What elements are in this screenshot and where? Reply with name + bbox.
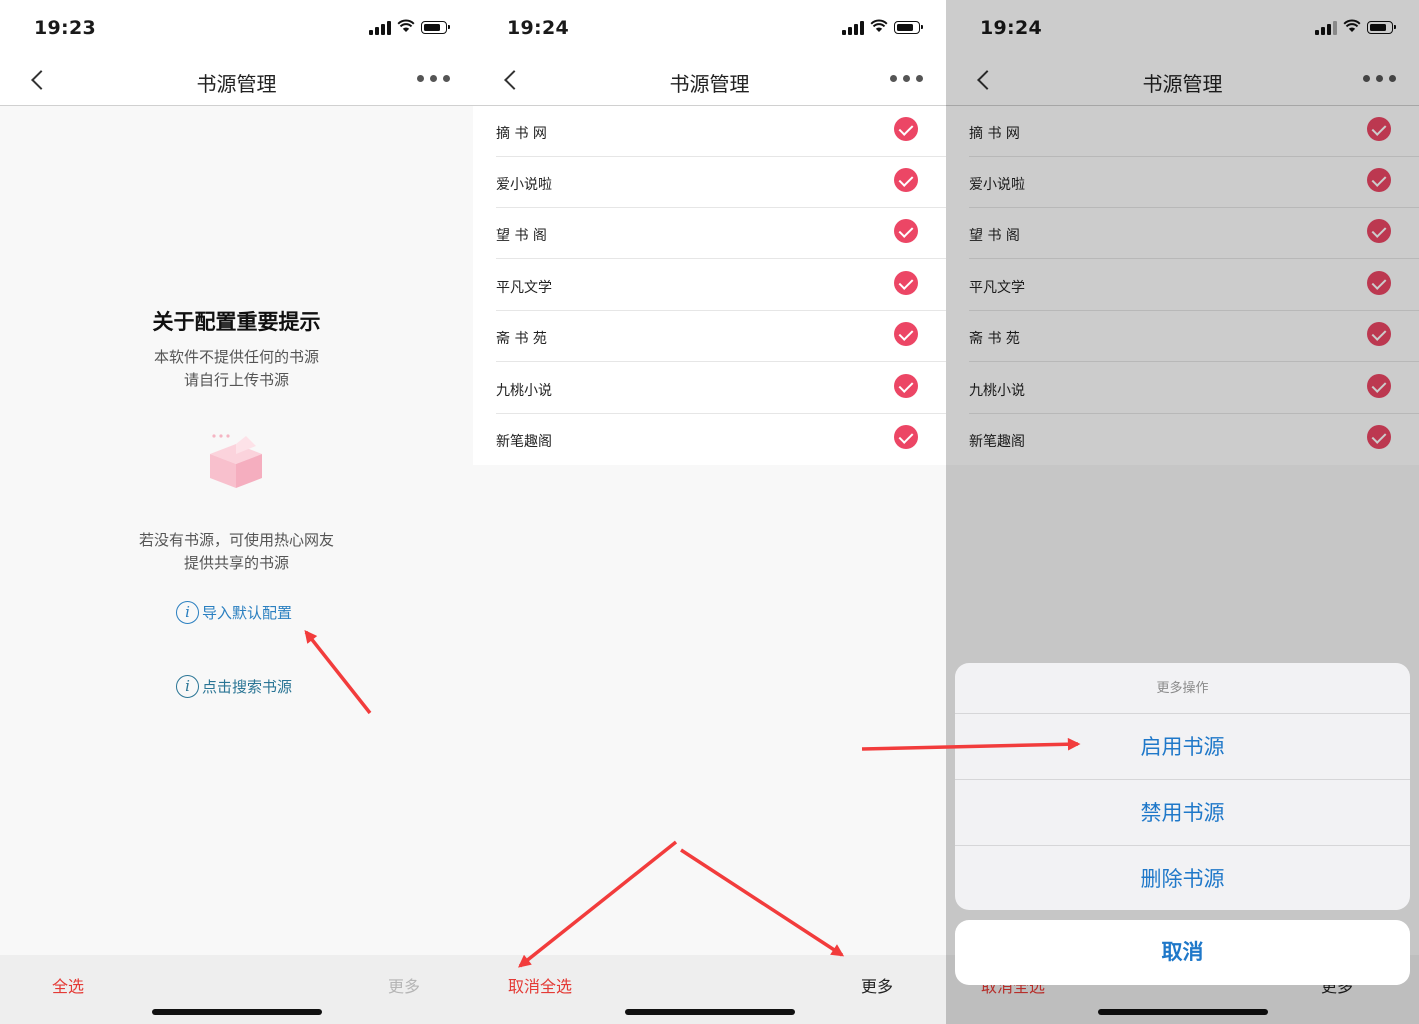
source-row[interactable]: 摘 书 网 bbox=[473, 106, 946, 157]
check-icon[interactable] bbox=[894, 271, 918, 295]
battery-icon bbox=[894, 21, 923, 34]
nav-bar: 书源管理 bbox=[0, 56, 473, 106]
disable-source-button[interactable]: 禁用书源 bbox=[955, 780, 1410, 846]
more-dots-icon[interactable] bbox=[417, 74, 451, 84]
check-icon[interactable] bbox=[894, 425, 918, 449]
home-indicator bbox=[625, 1009, 795, 1015]
source-name: 摘 书 网 bbox=[496, 126, 547, 142]
status-icons bbox=[842, 19, 926, 37]
screen-source-list: 19:24 书源管理 摘 书 网 爱小说啦 望 书 阁 平凡文学 斋 书 苑 九… bbox=[473, 0, 946, 1024]
check-icon[interactable] bbox=[894, 219, 918, 243]
enable-source-button[interactable]: 启用书源 bbox=[955, 714, 1410, 780]
check-icon[interactable] bbox=[894, 168, 918, 192]
battery-icon bbox=[421, 21, 450, 34]
nav-bar: 书源管理 bbox=[473, 56, 946, 106]
delete-source-button[interactable]: 删除书源 bbox=[955, 846, 1410, 910]
check-icon[interactable] bbox=[894, 117, 918, 141]
source-row[interactable]: 斋 书 苑 bbox=[473, 311, 946, 362]
home-indicator bbox=[152, 1009, 322, 1015]
more-dots-icon[interactable] bbox=[890, 74, 924, 84]
source-name: 望 书 阁 bbox=[496, 228, 547, 244]
check-icon[interactable] bbox=[894, 374, 918, 398]
bottom-toolbar: 全选 更多 bbox=[0, 955, 473, 1024]
more-button[interactable]: 更多 bbox=[861, 973, 893, 997]
source-row[interactable]: 望 书 阁 bbox=[473, 208, 946, 259]
wifi-icon bbox=[870, 19, 888, 32]
check-icon[interactable] bbox=[894, 322, 918, 346]
wifi-icon bbox=[397, 19, 415, 32]
source-row[interactable]: 新笔趣阁 bbox=[473, 414, 946, 465]
status-bar: 19:24 bbox=[473, 0, 946, 56]
source-list: 摘 书 网 爱小说啦 望 书 阁 平凡文学 斋 书 苑 九桃小说 新笔趣阁 bbox=[473, 106, 946, 465]
info-icon: i bbox=[176, 674, 199, 698]
source-name: 斋 书 苑 bbox=[496, 331, 547, 347]
bottom-toolbar: 取消全选 更多 bbox=[473, 955, 946, 1024]
cancel-button[interactable]: 取消 bbox=[955, 920, 1410, 985]
search-sources-link[interactable]: i 点击搜索书源 bbox=[176, 673, 292, 699]
status-bar: 19:23 bbox=[0, 0, 473, 56]
info-icon: i bbox=[176, 600, 199, 624]
import-default-config-link[interactable]: i 导入默认配置 bbox=[176, 599, 292, 625]
source-name: 九桃小说 bbox=[496, 383, 552, 399]
action-sheet: 更多操作 启用书源 禁用书源 删除书源 bbox=[955, 663, 1410, 910]
notice-line: 请自行上传书源 bbox=[183, 371, 289, 389]
screen-more-actions: 19:24 书源管理 摘 书 网 爱小说啦 望 书 阁 平凡文学 斋 书 苑 九… bbox=[946, 0, 1419, 1024]
hint-line: 若没有书源，可使用热心网友 bbox=[138, 531, 334, 549]
screen-empty-state: 19:23 书源管理 关于配置重要提示 本软件不提供任何的书源 请自行上传书源 … bbox=[0, 0, 473, 1024]
select-all-button[interactable]: 全选 bbox=[52, 973, 84, 997]
page-title: 书源管理 bbox=[196, 72, 277, 96]
source-row[interactable]: 平凡文学 bbox=[473, 260, 946, 311]
more-button[interactable]: 更多 bbox=[388, 973, 420, 997]
deselect-all-button[interactable]: 取消全选 bbox=[508, 973, 572, 997]
notice-line: 本软件不提供任何的书源 bbox=[153, 348, 319, 366]
source-name: 新笔趣阁 bbox=[496, 434, 552, 450]
action-sheet-title: 更多操作 bbox=[955, 663, 1410, 714]
hint-line: 提供共享的书源 bbox=[183, 554, 289, 572]
source-name: 平凡文学 bbox=[496, 280, 552, 296]
status-time: 19:23 bbox=[34, 17, 96, 39]
search-sources-label: 点击搜索书源 bbox=[202, 677, 293, 696]
status-icons bbox=[369, 19, 453, 37]
gift-box-icon bbox=[210, 434, 262, 488]
signal-icon bbox=[842, 21, 864, 35]
status-time: 19:24 bbox=[507, 17, 569, 39]
source-row[interactable]: 爱小说啦 bbox=[473, 157, 946, 208]
source-row[interactable]: 九桃小说 bbox=[473, 363, 946, 414]
signal-icon bbox=[369, 21, 391, 35]
notice-title: 关于配置重要提示 bbox=[152, 310, 321, 334]
source-name: 爱小说啦 bbox=[496, 177, 552, 193]
import-default-config-label: 导入默认配置 bbox=[202, 603, 293, 622]
page-title: 书源管理 bbox=[669, 72, 750, 96]
